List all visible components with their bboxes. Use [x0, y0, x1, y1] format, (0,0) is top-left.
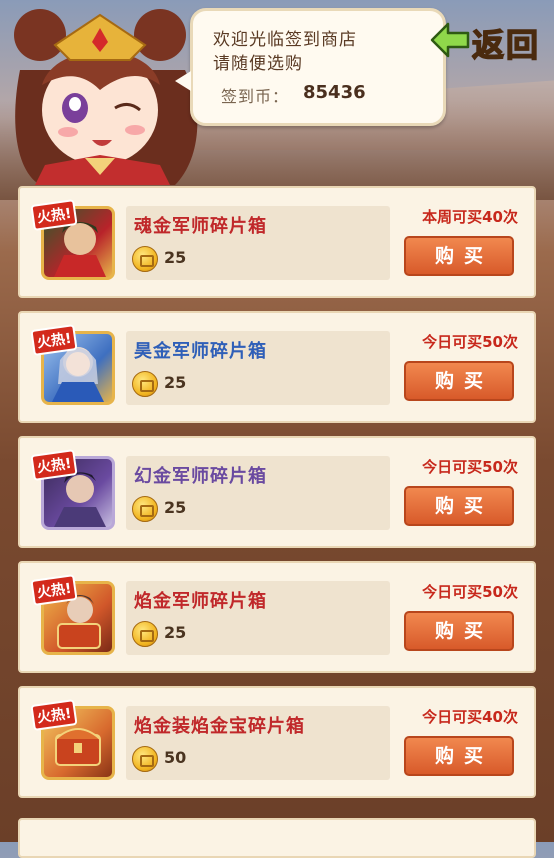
- item-name: 昊金军师碎片箱: [134, 341, 267, 362]
- sign-in-coin-count: 85436: [303, 82, 366, 103]
- shop-item: 火热! 焰金军师碎片箱 25 今日可买50次 购买: [18, 561, 536, 673]
- back-arrow-icon: [430, 22, 470, 58]
- coin-icon: [132, 621, 158, 647]
- shopkeeper-character: [14, 9, 198, 185]
- item-name: 焰金军师碎片箱: [134, 591, 267, 612]
- shop-item-list: 火热! 魂金军师碎片箱 25 本周可买40次 购买 火热! 昊金军师碎片箱 25…: [18, 186, 536, 811]
- purchase-limit: 本周可买40次: [422, 208, 518, 226]
- buy-button[interactable]: 购买: [404, 486, 514, 526]
- item-name: 焰金装焰金宝碎片箱: [134, 716, 305, 737]
- buy-button[interactable]: 购买: [404, 361, 514, 401]
- back-button[interactable]: 返回: [430, 18, 542, 65]
- item-info: 幻金军师碎片箱 25: [126, 456, 390, 530]
- shop-item: 火热! 昊金军师碎片箱 25 今日可买50次 购买: [18, 311, 536, 423]
- browse-text: 请随便选购: [213, 54, 303, 74]
- bubble-tail: [175, 71, 191, 91]
- item-name: 魂金军师碎片箱: [134, 216, 267, 237]
- purchase-limit: 今日可买50次: [422, 333, 518, 351]
- coin-icon: [132, 246, 158, 272]
- buy-button[interactable]: 购买: [404, 736, 514, 776]
- purchase-limit: 今日可买50次: [422, 458, 518, 476]
- coin-icon: [132, 746, 158, 772]
- purchase-limit: 今日可买40次: [422, 708, 518, 726]
- item-name: 幻金军师碎片箱: [134, 466, 267, 487]
- coin-icon: [132, 496, 158, 522]
- shop-item-partial: [18, 818, 536, 858]
- item-price: 25: [164, 373, 187, 392]
- back-label: 返回: [471, 25, 541, 65]
- welcome-text: 欢迎光临签到商店: [213, 30, 357, 50]
- purchase-limit: 今日可买50次: [422, 583, 518, 601]
- buy-button[interactable]: 购买: [404, 611, 514, 651]
- item-price: 25: [164, 623, 187, 642]
- welcome-speech-bubble: 欢迎光临签到商店 请随便选购 签到币： 85436: [175, 8, 446, 126]
- item-info: 焰金军师碎片箱 25: [126, 581, 390, 655]
- sign-in-coin-label: 签到币：: [221, 87, 290, 106]
- shop-item: 火热! 焰金装焰金宝碎片箱 50 今日可买40次 购买: [18, 686, 536, 798]
- shop-item: 火热! 魂金军师碎片箱 25 本周可买40次 购买: [18, 186, 536, 298]
- item-price: 25: [164, 498, 187, 517]
- item-info: 昊金军师碎片箱 25: [126, 331, 390, 405]
- buy-button[interactable]: 购买: [404, 236, 514, 276]
- coin-icon: [132, 371, 158, 397]
- item-price: 25: [164, 248, 187, 267]
- shop-item: 火热! 幻金军师碎片箱 25 今日可买50次 购买: [18, 436, 536, 548]
- item-price: 50: [164, 748, 187, 767]
- item-info: 焰金装焰金宝碎片箱 50: [126, 706, 390, 780]
- item-info: 魂金军师碎片箱 25: [126, 206, 390, 280]
